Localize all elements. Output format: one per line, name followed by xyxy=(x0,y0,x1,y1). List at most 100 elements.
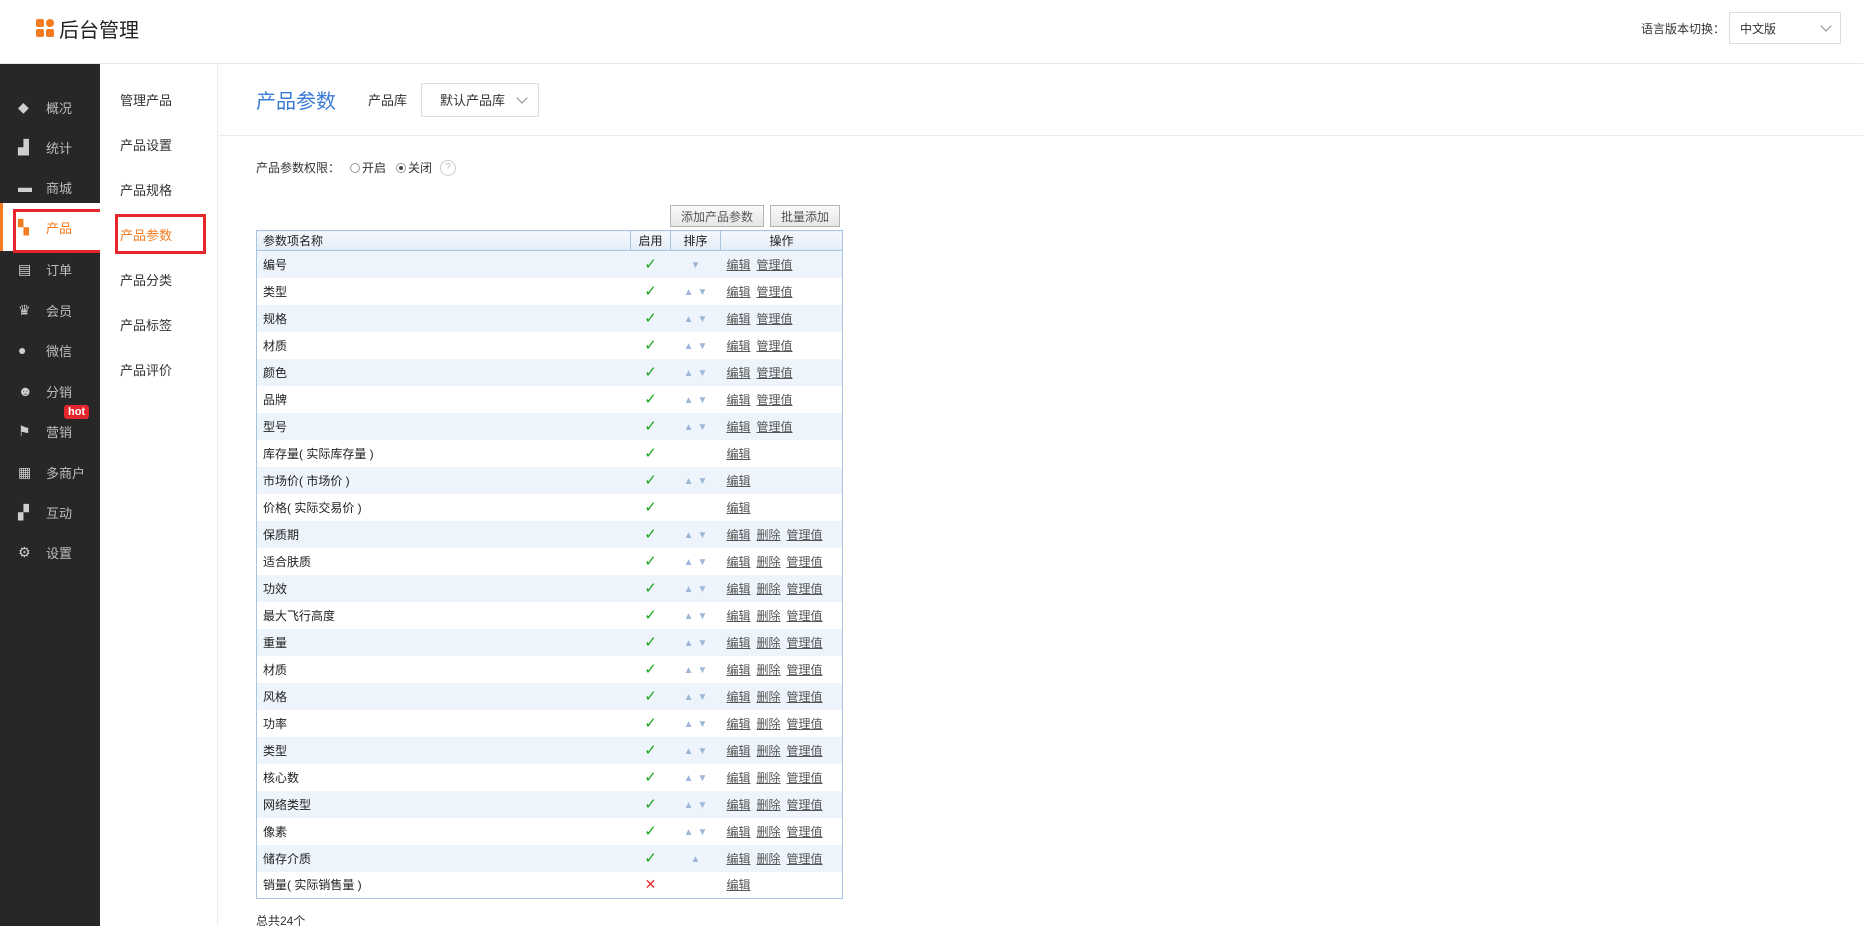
manage-link[interactable]: 管理值 xyxy=(787,528,823,542)
edit-link[interactable]: 编辑 xyxy=(727,878,751,892)
arrow-down-icon[interactable]: ▼ xyxy=(698,584,708,595)
arrow-down-icon[interactable]: ▼ xyxy=(691,260,701,271)
subnav-item-2[interactable]: 产品规格 xyxy=(120,180,172,199)
subnav-item-5[interactable]: 产品标签 xyxy=(120,315,172,334)
arrow-up-icon[interactable]: ▲ xyxy=(684,584,694,595)
edit-link[interactable]: 编辑 xyxy=(727,366,751,380)
delete-link[interactable]: 删除 xyxy=(757,663,781,677)
check-icon[interactable]: ✓ xyxy=(644,796,657,813)
edit-link[interactable]: 编辑 xyxy=(727,609,751,623)
arrow-up-icon[interactable]: ▲ xyxy=(684,476,694,487)
manage-link[interactable]: 管理值 xyxy=(787,798,823,812)
edit-link[interactable]: 编辑 xyxy=(727,636,751,650)
manage-link[interactable]: 管理值 xyxy=(787,717,823,731)
arrow-up-icon[interactable]: ▲ xyxy=(684,800,694,811)
check-icon[interactable]: ✓ xyxy=(644,661,657,678)
cross-icon[interactable]: ✕ xyxy=(645,876,657,892)
arrow-down-icon[interactable]: ▼ xyxy=(698,800,708,811)
radio-on[interactable] xyxy=(350,162,361,173)
arrow-up-icon[interactable]: ▲ xyxy=(684,827,694,838)
manage-link[interactable]: 管理值 xyxy=(787,852,823,866)
arrow-up-icon[interactable]: ▲ xyxy=(684,314,694,325)
arrow-down-icon[interactable]: ▼ xyxy=(698,368,708,379)
edit-link[interactable]: 编辑 xyxy=(727,582,751,596)
edit-link[interactable]: 编辑 xyxy=(727,744,751,758)
manage-link[interactable]: 管理值 xyxy=(787,636,823,650)
manage-link[interactable]: 管理值 xyxy=(757,366,793,380)
arrow-down-icon[interactable]: ▼ xyxy=(698,395,708,406)
delete-link[interactable]: 删除 xyxy=(757,852,781,866)
manage-link[interactable]: 管理值 xyxy=(757,285,793,299)
edit-link[interactable]: 编辑 xyxy=(727,474,751,488)
arrow-down-icon[interactable]: ▼ xyxy=(698,773,708,784)
subnav-item-4[interactable]: 产品分类 xyxy=(120,270,172,289)
check-icon[interactable]: ✓ xyxy=(644,418,657,435)
arrow-up-icon[interactable]: ▲ xyxy=(684,719,694,730)
delete-link[interactable]: 删除 xyxy=(757,636,781,650)
edit-link[interactable]: 编辑 xyxy=(727,258,751,272)
check-icon[interactable]: ✓ xyxy=(644,364,657,381)
edit-link[interactable]: 编辑 xyxy=(727,690,751,704)
arrow-up-icon[interactable]: ▲ xyxy=(684,341,694,352)
delete-link[interactable]: 删除 xyxy=(757,798,781,812)
language-select[interactable]: 中文版 xyxy=(1729,12,1841,44)
help-icon[interactable]: ? xyxy=(440,159,457,176)
edit-link[interactable]: 编辑 xyxy=(727,555,751,569)
edit-link[interactable]: 编辑 xyxy=(727,312,751,326)
check-icon[interactable]: ✓ xyxy=(644,256,657,273)
manage-link[interactable]: 管理值 xyxy=(757,339,793,353)
edit-link[interactable]: 编辑 xyxy=(727,663,751,677)
arrow-down-icon[interactable]: ▼ xyxy=(698,530,708,541)
arrow-up-icon[interactable]: ▲ xyxy=(691,854,701,865)
arrow-up-icon[interactable]: ▲ xyxy=(684,530,694,541)
check-icon[interactable]: ✓ xyxy=(644,742,657,759)
check-icon[interactable]: ✓ xyxy=(644,850,657,867)
batch-add-button[interactable]: 批量添加 xyxy=(770,205,841,227)
arrow-down-icon[interactable]: ▼ xyxy=(698,746,708,757)
edit-link[interactable]: 编辑 xyxy=(727,285,751,299)
subnav-item-6[interactable]: 产品评价 xyxy=(120,360,172,379)
arrow-down-icon[interactable]: ▼ xyxy=(698,827,708,838)
arrow-up-icon[interactable]: ▲ xyxy=(684,638,694,649)
check-icon[interactable]: ✓ xyxy=(644,391,657,408)
check-icon[interactable]: ✓ xyxy=(644,553,657,570)
arrow-up-icon[interactable]: ▲ xyxy=(684,611,694,622)
delete-link[interactable]: 删除 xyxy=(757,528,781,542)
radio-off[interactable] xyxy=(396,162,407,173)
delete-link[interactable]: 删除 xyxy=(757,717,781,731)
arrow-up-icon[interactable]: ▲ xyxy=(684,665,694,676)
check-icon[interactable]: ✓ xyxy=(644,823,657,840)
arrow-up-icon[interactable]: ▲ xyxy=(684,557,694,568)
arrow-down-icon[interactable]: ▼ xyxy=(698,314,708,325)
manage-link[interactable]: 管理值 xyxy=(757,258,793,272)
edit-link[interactable]: 编辑 xyxy=(727,447,751,461)
arrow-up-icon[interactable]: ▲ xyxy=(684,746,694,757)
arrow-down-icon[interactable]: ▼ xyxy=(698,476,708,487)
delete-link[interactable]: 删除 xyxy=(757,771,781,785)
sidebar-item-3[interactable]: ▚ 产品 xyxy=(0,203,112,253)
check-icon[interactable]: ✓ xyxy=(644,283,657,300)
check-icon[interactable]: ✓ xyxy=(644,499,657,516)
arrow-up-icon[interactable]: ▲ xyxy=(684,287,694,298)
edit-link[interactable]: 编辑 xyxy=(727,798,751,812)
manage-link[interactable]: 管理值 xyxy=(787,582,823,596)
check-icon[interactable]: ✓ xyxy=(644,580,657,597)
check-icon[interactable]: ✓ xyxy=(644,688,657,705)
delete-link[interactable]: 删除 xyxy=(757,744,781,758)
arrow-up-icon[interactable]: ▲ xyxy=(684,692,694,703)
arrow-down-icon[interactable]: ▼ xyxy=(698,692,708,703)
arrow-down-icon[interactable]: ▼ xyxy=(698,719,708,730)
delete-link[interactable]: 删除 xyxy=(757,582,781,596)
check-icon[interactable]: ✓ xyxy=(644,526,657,543)
arrow-down-icon[interactable]: ▼ xyxy=(698,611,708,622)
arrow-down-icon[interactable]: ▼ xyxy=(698,665,708,676)
arrow-up-icon[interactable]: ▲ xyxy=(684,773,694,784)
arrow-down-icon[interactable]: ▼ xyxy=(698,422,708,433)
manage-link[interactable]: 管理值 xyxy=(787,825,823,839)
edit-link[interactable]: 编辑 xyxy=(727,717,751,731)
subnav-item-0[interactable]: 管理产品 xyxy=(120,90,172,109)
edit-link[interactable]: 编辑 xyxy=(727,528,751,542)
edit-link[interactable]: 编辑 xyxy=(727,393,751,407)
check-icon[interactable]: ✓ xyxy=(644,310,657,327)
check-icon[interactable]: ✓ xyxy=(644,715,657,732)
